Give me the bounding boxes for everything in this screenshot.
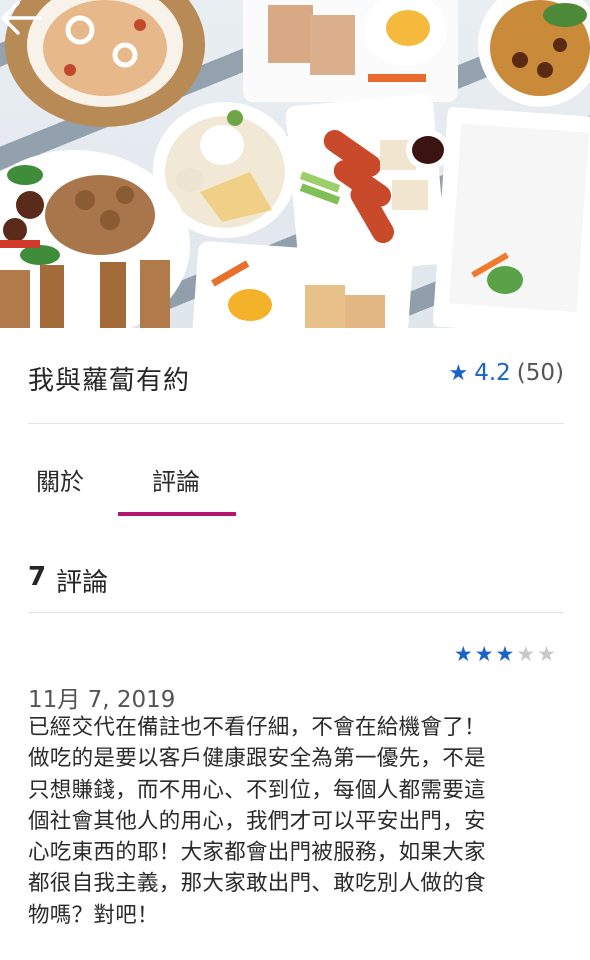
star-filled-icon: ★ — [453, 642, 473, 666]
store-name: 我與蘿蔔有約 — [28, 366, 191, 396]
review-text-line: 心吃東西的耶！大家都會出門被服務，如果大家 — [28, 840, 486, 866]
rating-count: (50) — [516, 360, 564, 386]
review-date: 11月 7, 2019 — [28, 687, 176, 713]
review-count-heading: 7 評論 — [28, 562, 108, 599]
store-rating: ★ 4.2 (50) — [448, 360, 564, 386]
star-icon: ★ — [448, 360, 469, 386]
review-count-number: 7 — [28, 562, 47, 592]
tab-about[interactable]: 關於 — [36, 462, 84, 497]
hero-food-image — [0, 0, 590, 328]
star-empty-icon: ★ — [537, 642, 556, 666]
header-divider — [28, 423, 564, 424]
tab-reviews[interactable]: 評論 — [152, 462, 200, 497]
star-filled-icon: ★ — [495, 642, 515, 666]
review-text-line: 做吃的是要以客戶健康跟安全為第一優先，不是 — [28, 746, 486, 772]
food-illustration — [0, 0, 590, 328]
review-text: 已經交代在備註也不看仔細，不會在給機會了！ 做吃的是要以客戶健康跟安全為第一優先… — [28, 712, 568, 931]
section-divider — [28, 612, 564, 613]
rating-score: 4.2 — [474, 360, 511, 386]
review-star-rating: ★ ★ ★ ★ ★ — [454, 642, 556, 666]
review-text-line: 都很自我主義，那大家敢出門、敢吃別人做的食 — [28, 871, 486, 897]
back-arrow-icon[interactable] — [0, 0, 44, 36]
review-text-line: 個社會其他人的用心，我們才可以平安出門，安 — [28, 808, 486, 834]
active-tab-indicator — [118, 512, 236, 516]
review-text-line: 物嗎？對吧！ — [28, 902, 159, 928]
star-filled-icon: ★ — [474, 642, 494, 666]
review-text-line: 只想賺錢，而不用心、不到位，每個人都需要這 — [28, 777, 486, 803]
star-empty-icon: ★ — [516, 642, 536, 666]
review-text-line: 已經交代在備註也不看仔細，不會在給機會了！ — [28, 715, 486, 740]
review-count-label: 評論 — [56, 568, 109, 598]
